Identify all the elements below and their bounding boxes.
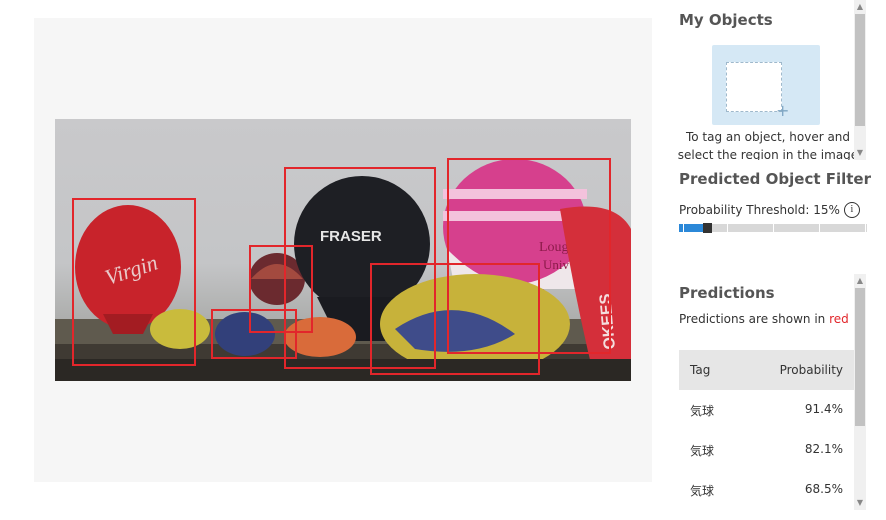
column-header-tag: Tag (690, 363, 711, 377)
prediction-box[interactable] (211, 309, 297, 359)
threshold-row: Probability Threshold: 15% i (679, 202, 860, 218)
row-tag: 気球 (690, 404, 715, 418)
predictions-panel: Predictions Predictions are shown in red… (668, 274, 868, 520)
dashed-region-icon (726, 62, 782, 112)
predicted-object-filter: Predicted Object Filter Probability Thre… (668, 166, 878, 246)
scroll-thumb[interactable] (855, 288, 865, 426)
my-objects-panel: My Objects + To tag an object, hover and… (668, 0, 868, 160)
predictions-table-header: Tag Probability (679, 350, 854, 390)
prediction-box[interactable] (370, 263, 540, 375)
table-row[interactable]: 気球 82.1% (679, 430, 854, 470)
info-icon[interactable]: i (843, 202, 860, 218)
slider-tick (773, 224, 774, 232)
scroll-up-icon[interactable]: ▲ (854, 276, 866, 286)
column-header-probability: Probability (779, 363, 843, 377)
scroll-up-icon[interactable]: ▲ (854, 2, 866, 12)
slider-tick (819, 224, 820, 232)
my-objects-scrollbar[interactable]: ▲ ▼ (854, 0, 866, 160)
probability-threshold-slider[interactable] (679, 223, 867, 233)
tag-region-illustration: + (712, 45, 820, 125)
slider-tick (727, 224, 728, 232)
plus-cursor-icon: + (776, 101, 790, 120)
table-row[interactable]: 気球 68.5% (679, 470, 854, 510)
table-row[interactable]: 気球 91.4% (679, 390, 854, 430)
legend-prefix: Predictions are shown in (679, 312, 826, 326)
scroll-down-icon[interactable]: ▼ (854, 498, 866, 508)
tag-hint-line-1: To tag an object, hover and (685, 130, 851, 144)
row-tag: 気球 (690, 484, 715, 498)
predictions-title: Predictions (679, 284, 775, 302)
row-probability: 82.1% (804, 442, 843, 456)
slider-tick (683, 224, 684, 232)
my-objects-title: My Objects (679, 11, 773, 29)
row-tag: 気球 (690, 444, 715, 458)
predictions-legend: Predictions are shown in red (679, 312, 849, 326)
filter-title: Predicted Object Filter (679, 170, 871, 188)
slider-tick (865, 224, 866, 232)
threshold-label: Probability Threshold: 15% (679, 203, 840, 217)
slider-handle[interactable] (703, 223, 712, 233)
tag-hint-line-2: select the region in the image (677, 148, 859, 160)
scroll-thumb[interactable] (855, 14, 865, 126)
prediction-box[interactable] (72, 198, 196, 366)
tag-hint-text: To tag an object, hover and select the r… (668, 128, 868, 160)
row-probability: 91.4% (804, 402, 843, 416)
scroll-down-icon[interactable]: ▼ (854, 148, 866, 158)
legend-color-word: red (829, 312, 849, 326)
predictions-scrollbar[interactable]: ▲ ▼ (854, 274, 866, 510)
row-probability: 68.5% (804, 482, 843, 496)
